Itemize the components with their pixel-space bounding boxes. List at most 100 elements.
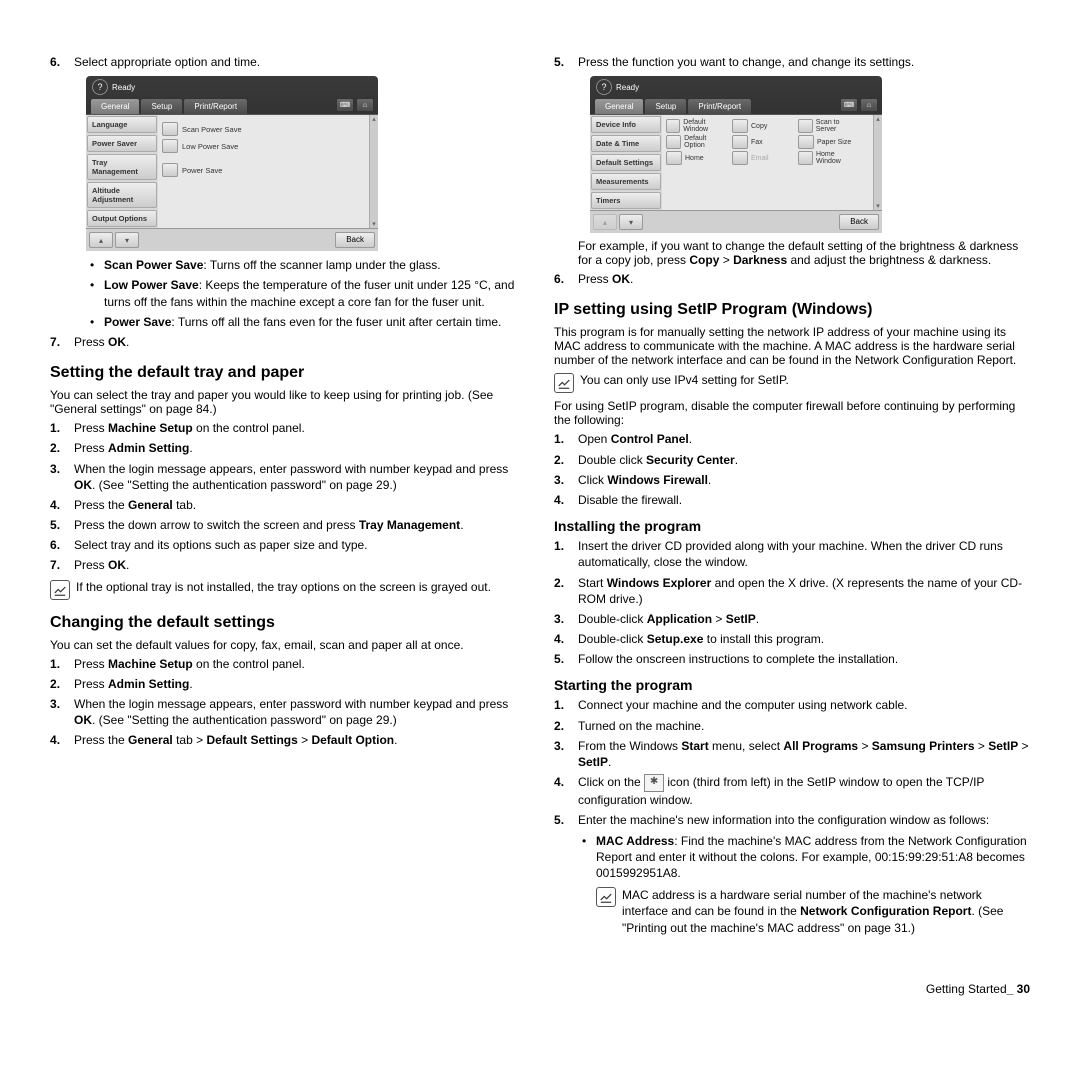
heading-setip: IP setting using SetIP Program (Windows)	[554, 301, 1030, 319]
up-button[interactable]: ▴	[89, 232, 113, 248]
tab-general[interactable]: General	[594, 98, 644, 114]
fw-step4: Disable the firewall.	[554, 492, 1030, 508]
heading-default-tray: Setting the default tray and paper	[50, 364, 526, 382]
up-button: ▴	[593, 214, 617, 230]
scrollbar[interactable]	[369, 115, 378, 228]
home-icon[interactable]: ⌂	[356, 98, 374, 112]
note-mac: MAC address is a hardware serial number …	[622, 887, 1030, 936]
status-ready: Ready	[616, 83, 639, 92]
help-icon: ?	[92, 79, 108, 95]
tray-step4: Press the General tab.	[50, 497, 526, 513]
setip-config-icon	[644, 774, 664, 792]
tab-setup[interactable]: Setup	[140, 98, 183, 114]
note-icon	[554, 373, 574, 393]
opt-paper-size[interactable]: Paper Size	[798, 135, 858, 149]
side-tray-management[interactable]: Tray Management	[87, 154, 157, 180]
r-step5: Press the function you want to change, a…	[554, 54, 1030, 70]
side-language[interactable]: Language	[87, 116, 157, 133]
side-date-time[interactable]: Date & Time	[591, 135, 661, 152]
opt-email: Email	[732, 151, 792, 165]
side-timers[interactable]: Timers	[591, 192, 661, 209]
opt-home[interactable]: Home	[666, 151, 726, 165]
lbl-low-power: Low Power Save	[182, 142, 238, 151]
start-step1: Connect your machine and the computer us…	[554, 697, 1030, 713]
side-measurements[interactable]: Measurements	[591, 173, 661, 190]
p-example: For example, if you want to change the d…	[578, 239, 1030, 267]
bullet-scan-power: Scan Power Save: Turns off the scanner l…	[86, 257, 526, 273]
chg-step2: Press Admin Setting.	[50, 676, 526, 692]
tab-general[interactable]: General	[90, 98, 140, 114]
side-output-options[interactable]: Output Options	[87, 210, 157, 227]
opt-scan-to-server[interactable]: Scan to Server	[798, 119, 858, 133]
inst-step5: Follow the onscreen instructions to comp…	[554, 651, 1030, 667]
lbl-power-save: Power Save	[182, 166, 222, 175]
inst-step4: Double-click Setup.exe to install this p…	[554, 631, 1030, 647]
chg-step4: Press the General tab > Default Settings…	[50, 732, 526, 748]
fw-step1: Open Control Panel.	[554, 431, 1030, 447]
opt-copy[interactable]: Copy	[732, 119, 792, 133]
scrollbar[interactable]	[873, 115, 882, 210]
heading-starting: Starting the program	[554, 677, 1030, 693]
status-ready: Ready	[112, 83, 135, 92]
opt-default-window[interactable]: Default Window	[666, 119, 726, 133]
opt-home-window[interactable]: Home Window	[798, 151, 858, 165]
bullet-mac: MAC Address: Find the machine's MAC addr…	[578, 833, 1030, 882]
start-step5: Enter the machine's new information into…	[554, 812, 1030, 935]
tray-step3: When the login message appears, enter pa…	[50, 461, 526, 493]
tray-step1: Press Machine Setup on the control panel…	[50, 420, 526, 436]
step-7: Press OK.	[50, 334, 526, 350]
keyboard-icon[interactable]: ⌨	[336, 98, 354, 112]
note-tray: If the optional tray is not installed, t…	[76, 580, 491, 600]
chk-scan-power[interactable]	[162, 122, 178, 136]
home-icon[interactable]: ⌂	[860, 98, 878, 112]
tab-print-report[interactable]: Print/Report	[687, 98, 752, 114]
note-ipv4: You can only use IPv4 setting for SetIP.	[580, 373, 789, 393]
help-icon: ?	[596, 79, 612, 95]
opt-default-option[interactable]: Default Option	[666, 135, 726, 149]
down-button[interactable]: ▾	[619, 214, 643, 230]
tab-print-report[interactable]: Print/Report	[183, 98, 248, 114]
start-step2: Turned on the machine.	[554, 718, 1030, 734]
bullet-low-power: Low Power Save: Keeps the temperature of…	[86, 277, 526, 309]
chk-low-power[interactable]	[162, 139, 178, 153]
tray-step5: Press the down arrow to switch the scree…	[50, 517, 526, 533]
p-firewall: For using SetIP program, disable the com…	[554, 399, 1030, 427]
chk-power-save[interactable]	[162, 163, 178, 177]
start-step4: Click on the icon (third from left) in t…	[554, 774, 1030, 808]
lbl-scan-power: Scan Power Save	[182, 125, 242, 134]
p-changing-default: You can set the default values for copy,…	[50, 638, 526, 652]
inst-step1: Insert the driver CD provided along with…	[554, 538, 1030, 570]
r-step6: Press OK.	[554, 271, 1030, 287]
side-altitude-adjustment[interactable]: Altitude Adjustment	[87, 182, 157, 208]
page-footer: Getting Started_ 30	[50, 982, 1030, 996]
note-icon	[596, 887, 616, 907]
note-icon	[50, 580, 70, 600]
tray-step2: Press Admin Setting.	[50, 440, 526, 456]
inst-step3: Double-click Application > SetIP.	[554, 611, 1030, 627]
side-default-settings[interactable]: Default Settings	[591, 154, 661, 171]
back-button[interactable]: Back	[839, 214, 879, 230]
back-button[interactable]: Back	[335, 232, 375, 248]
tray-step7: Press OK.	[50, 557, 526, 573]
tray-step6: Select tray and its options such as pape…	[50, 537, 526, 553]
bullet-power-save: Power Save: Turns off all the fans even …	[86, 314, 526, 330]
screenshot-general-power: ? Ready General Setup Print/Report ⌨ ⌂ L…	[86, 76, 378, 251]
inst-step2: Start Windows Explorer and open the X dr…	[554, 575, 1030, 607]
heading-installing: Installing the program	[554, 518, 1030, 534]
chg-step1: Press Machine Setup on the control panel…	[50, 656, 526, 672]
screenshot-default-settings: ? Ready General Setup Print/Report ⌨ ⌂ D…	[590, 76, 882, 233]
p-setip: This program is for manually setting the…	[554, 325, 1030, 367]
keyboard-icon[interactable]: ⌨	[840, 98, 858, 112]
step-6: Select appropriate option and time.	[50, 54, 526, 70]
side-device-info[interactable]: Device Info	[591, 116, 661, 133]
p-default-tray: You can select the tray and paper you wo…	[50, 388, 526, 416]
down-button[interactable]: ▾	[115, 232, 139, 248]
fw-step2: Double click Security Center.	[554, 452, 1030, 468]
fw-step3: Click Windows Firewall.	[554, 472, 1030, 488]
chg-step3: When the login message appears, enter pa…	[50, 696, 526, 728]
side-power-saver[interactable]: Power Saver	[87, 135, 157, 152]
start-step3: From the Windows Start menu, select All …	[554, 738, 1030, 770]
tab-setup[interactable]: Setup	[644, 98, 687, 114]
opt-fax[interactable]: Fax	[732, 135, 792, 149]
heading-changing-default: Changing the default settings	[50, 614, 526, 632]
